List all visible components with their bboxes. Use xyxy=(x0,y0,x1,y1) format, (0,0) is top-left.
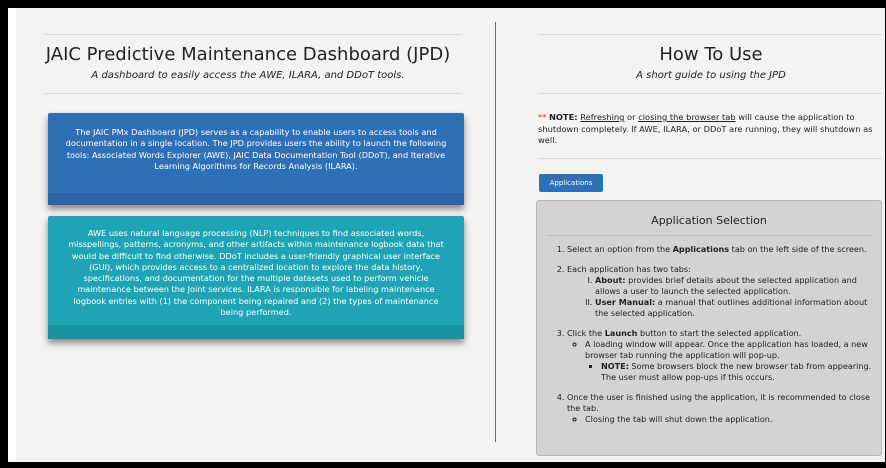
application-selection-panel: Application Selection Select an option f… xyxy=(536,200,882,456)
step-4-text: Once the user is finished using the appl… xyxy=(567,392,871,413)
step-1-text-end: tab on the left side of the screen. xyxy=(731,244,867,254)
panel-rule xyxy=(547,235,871,236)
step-4-sublist: Closing the tab will shut down the appli… xyxy=(567,414,877,425)
close-tab-link[interactable]: closing the browser tab xyxy=(638,112,735,122)
step-2-text: Each application has two tabs: xyxy=(567,264,691,274)
page-subtitle: A dashboard to easily access the AWE, IL… xyxy=(91,70,405,81)
step-3-note-list: NOTE: Some browsers block the new browse… xyxy=(585,361,877,383)
step-4-close: Closing the tab will shut down the appli… xyxy=(585,414,877,425)
left-top-rule xyxy=(44,34,462,35)
intro-card: The JAIC PMx Dashboard (JPD) serves as a… xyxy=(48,113,464,205)
note-or: or xyxy=(627,112,636,122)
panel-instructions: Select an option from the Applications t… xyxy=(559,244,877,434)
step-1-text: Select an option from the xyxy=(567,244,671,254)
step-2-about: About: provides brief details about the … xyxy=(595,275,877,297)
step-3-launch: Launch xyxy=(604,328,638,338)
note-rule xyxy=(538,158,882,159)
left-title-rule xyxy=(44,93,462,94)
about-text: provides brief details about the selecte… xyxy=(595,275,857,296)
page-title: JAIC Predictive Maintenance Dashboard (J… xyxy=(45,44,451,65)
panel-title: Application Selection xyxy=(651,214,767,227)
note-stars: ** xyxy=(538,112,547,122)
popup-note-text: Some browsers block the new browser tab … xyxy=(601,361,872,382)
right-title-rule xyxy=(538,93,882,94)
right-top-rule xyxy=(538,34,882,35)
step-3-sublist: A loading window will appear. Once the a… xyxy=(567,339,877,383)
step-2: Each application has two tabs: About: pr… xyxy=(567,264,877,319)
user-manual-label: User Manual: xyxy=(595,297,656,307)
detail-card-text: AWE uses natural language processing (NL… xyxy=(68,228,444,318)
how-to-subtitle: A short guide to using the JPD xyxy=(636,70,786,81)
column-divider xyxy=(495,22,496,442)
instruction-steps: Select an option from the Applications t… xyxy=(559,244,877,425)
dashboard-frame: JAIC Predictive Maintenance Dashboard (J… xyxy=(8,8,885,462)
popup-note-label: NOTE: xyxy=(601,361,629,371)
detail-card: AWE uses natural language processing (NL… xyxy=(48,216,464,339)
shutdown-note: ** NOTE: Refreshing or closing the brows… xyxy=(538,112,883,147)
how-to-title: How To Use xyxy=(659,44,763,65)
step-1: Select an option from the Applications t… xyxy=(567,244,877,255)
step-1-applications: Applications xyxy=(672,244,730,254)
step-3-note: NOTE: Some browsers block the new browse… xyxy=(601,361,877,383)
detail-card-footer xyxy=(48,325,464,339)
step-3-loading: A loading window will appear. Once the a… xyxy=(585,339,877,383)
step-2-user-manual: User Manual: a manual that outlines addi… xyxy=(595,297,877,319)
step-3-text: Click the xyxy=(567,328,603,338)
step-3: Click the Launch button to start the sel… xyxy=(567,328,877,383)
loading-text: A loading window will appear. Once the a… xyxy=(585,339,868,360)
about-label: About: xyxy=(595,275,626,285)
step-4: Once the user is finished using the appl… xyxy=(567,392,877,425)
intro-card-text: The JAIC PMx Dashboard (JPD) serves as a… xyxy=(65,127,447,171)
step-3-text-end: button to start the selected application… xyxy=(640,328,802,338)
note-label: NOTE: xyxy=(548,112,578,122)
refreshing-link[interactable]: Refreshing xyxy=(580,112,624,122)
applications-tab-button[interactable]: Applications xyxy=(539,174,603,192)
step-2-sublist: About: provides brief details about the … xyxy=(567,275,877,319)
left-edge-strip xyxy=(8,8,16,462)
intro-card-footer xyxy=(48,193,464,205)
